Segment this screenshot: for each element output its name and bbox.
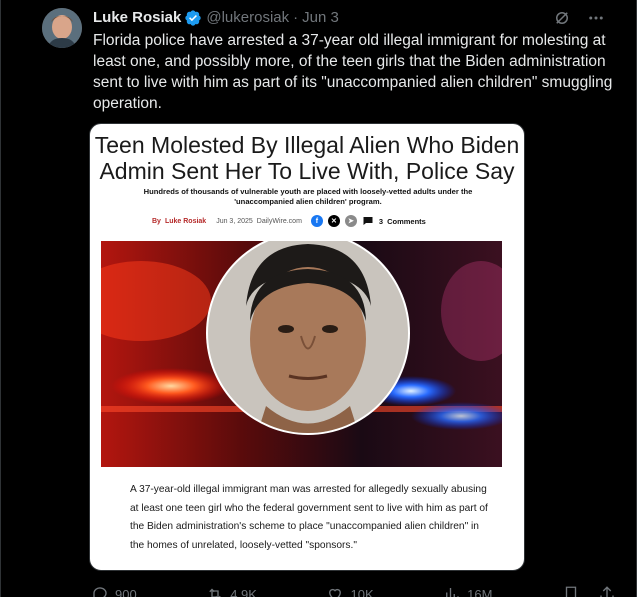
avatar-image (42, 8, 82, 48)
article-byline: By Luke Rosiak Jun 3, 2025 DailyWire.com… (152, 215, 426, 227)
repost-button[interactable]: 4.9K (206, 585, 257, 597)
action-bar: 900 4.9K 10K 16M (91, 585, 616, 597)
views-button[interactable]: 16M (443, 585, 492, 597)
repost-icon (209, 588, 221, 597)
author-name[interactable]: Luke Rosiak (93, 9, 181, 27)
more-options-icon[interactable] (586, 8, 606, 28)
views-count: 16M (467, 586, 493, 597)
comments-count: 3 (378, 216, 384, 226)
article-author[interactable]: Luke Rosiak (165, 218, 206, 225)
x-share-icon[interactable]: ✕ (327, 215, 340, 227)
separator-dot: · (293, 9, 299, 26)
article-subtitle: Hundreds of thousands of vulnerable yout… (143, 187, 473, 206)
tweet-date[interactable]: Jun 3 (302, 9, 339, 27)
mugshot-police-lights-image (101, 241, 502, 467)
author-handle[interactable]: @lukerosiak (206, 9, 289, 27)
article-body: A 37-year-old illegal immigrant man was … (130, 484, 488, 551)
comments-link[interactable]: 3 Comments (379, 217, 426, 226)
repost-count: 4.9K (230, 586, 257, 597)
article-title[interactable]: Teen Molested By Illegal Alien Who Biden… (90, 132, 524, 184)
reply-count: 900 (115, 586, 137, 597)
facebook-icon[interactable]: f (310, 215, 323, 227)
share-buttons: f ✕ ➤ (310, 215, 374, 227)
bookmark-icon (565, 586, 577, 597)
like-icon (329, 588, 342, 597)
telegram-icon[interactable]: ➤ (344, 215, 357, 227)
comments-label: Comments (387, 216, 426, 226)
reply-icon (93, 587, 107, 597)
share-button[interactable] (598, 585, 616, 597)
tweet[interactable]: Luke Rosiak @lukerosiak · Jun 3 Florida … (0, 0, 637, 597)
article-card[interactable]: Teen Molested By Illegal Alien Who Biden… (89, 123, 525, 571)
reply-button[interactable]: 900 (91, 585, 137, 597)
share-icon (600, 586, 614, 597)
bookmark-button[interactable] (562, 585, 580, 597)
tweet-text: Florida police have arrested a 37-year o… (93, 32, 613, 112)
article-photo[interactable] (101, 241, 502, 467)
like-count: 10K (350, 586, 374, 597)
verified-badge-icon (185, 10, 202, 26)
avatar[interactable] (42, 8, 82, 48)
comment-bubble-icon[interactable] (362, 215, 374, 227)
grok-icon[interactable] (552, 8, 572, 28)
article-site: DailyWire.com (256, 217, 302, 225)
by-label: By (152, 217, 161, 225)
like-button[interactable]: 10K (326, 585, 374, 597)
views-icon (446, 588, 459, 597)
article-date: Jun 3, 2025 (216, 217, 253, 225)
